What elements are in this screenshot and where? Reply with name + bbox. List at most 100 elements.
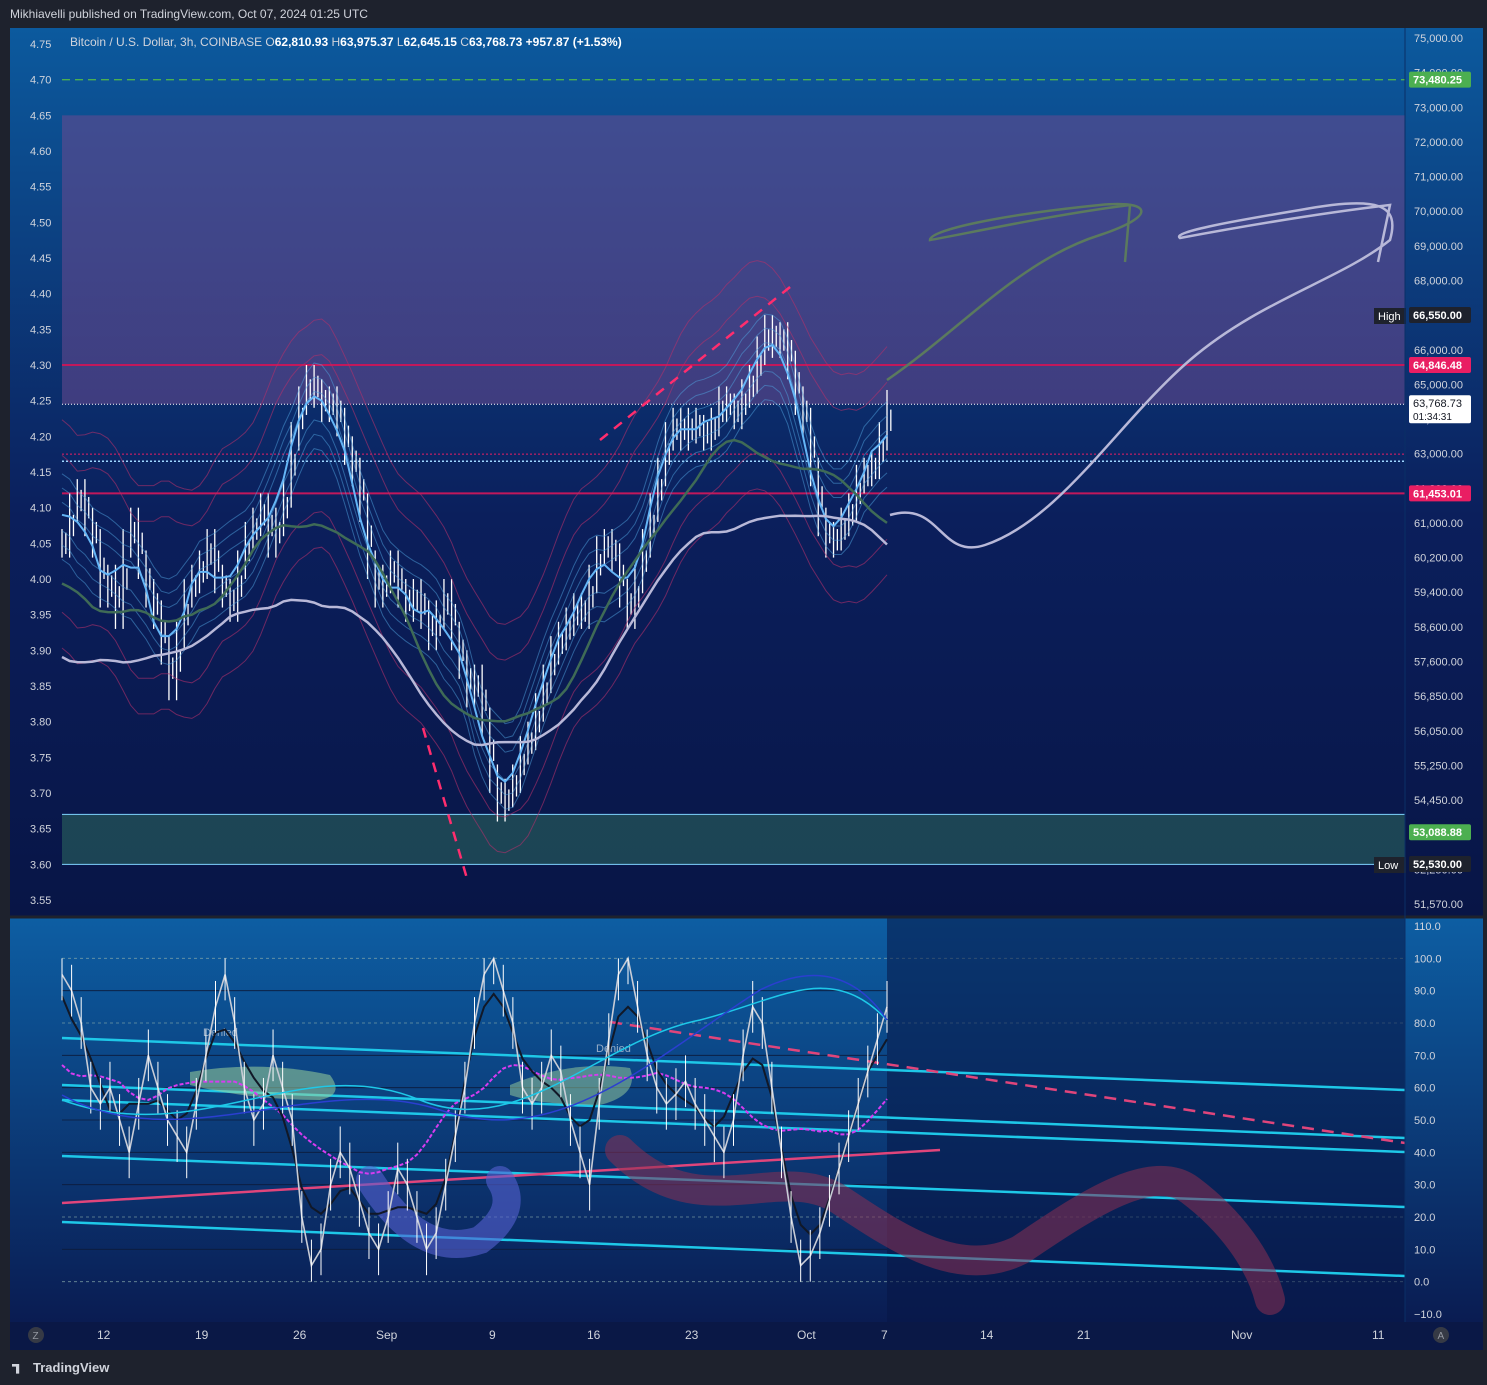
time-axis-tick: 14 (980, 1328, 994, 1342)
left-axis-tick: 3.55 (30, 895, 51, 907)
time-axis-tick: 16 (587, 1328, 601, 1342)
left-axis-tick: 4.45 (30, 253, 51, 265)
right-axis-tick: 56,050.00 (1414, 726, 1463, 738)
time-axis-tick: 9 (489, 1328, 496, 1342)
osc-axis-tick: 10.0 (1414, 1244, 1435, 1256)
right-axis-tick: 61,000.00 (1414, 518, 1463, 530)
right-axis-tick: 69,000.00 (1414, 241, 1463, 253)
osc-axis-tick: 0.0 (1414, 1277, 1429, 1289)
right-axis-tick: 56,850.00 (1414, 691, 1463, 703)
right-axis-tick: 71,000.00 (1414, 172, 1463, 184)
time-axis-tick: Oct (797, 1328, 816, 1342)
osc-axis-tick: 30.0 (1414, 1180, 1435, 1192)
left-axis-tick: 4.35 (30, 324, 51, 336)
low-tag: Low (1378, 860, 1398, 872)
right-axis-tick: 66,000.00 (1414, 345, 1463, 357)
left-axis-tick: 4.40 (30, 289, 51, 301)
left-axis-tick: 4.20 (30, 431, 51, 443)
legend-c-value: 63,768.73 (469, 35, 526, 49)
right-axis-tick: 73,000.00 (1414, 102, 1463, 114)
legend-o-value: 62,810.93 (275, 35, 332, 49)
legend: Bitcoin / U.S. Dollar, 3h, COINBASE O62,… (70, 35, 622, 49)
osc-axis-tick: 20.0 (1414, 1212, 1435, 1224)
left-axis-tick: 4.10 (30, 503, 51, 515)
time-axis-tick: 7 (881, 1328, 888, 1342)
left-axis-tick: 4.55 (30, 182, 51, 194)
legend-h-label: H (331, 35, 340, 49)
right-axis-tick: 70,000.00 (1414, 206, 1463, 218)
time-axis-tick: 19 (195, 1328, 209, 1342)
time-axis-tick: 26 (293, 1328, 307, 1342)
right-axis-tick: 55,250.00 (1414, 760, 1463, 772)
left-axis-tick: 3.75 (30, 752, 51, 764)
left-axis-tick: 4.00 (30, 574, 51, 586)
footer-brand: TradingView (33, 1360, 110, 1375)
left-axis-tick: 3.95 (30, 610, 51, 622)
right-axis-tick: 58,600.00 (1414, 622, 1463, 634)
osc-axis-tick: 60.0 (1414, 1083, 1435, 1095)
left-axis-tick: 3.90 (30, 645, 51, 657)
footer-bar (0, 1352, 1487, 1385)
time-axis-tick: Nov (1231, 1328, 1252, 1342)
chart-canvas[interactable]: 4.75 4.70 4.65 4.60 4.55 4.50 4.45 4.40 4.35 4.30… (0, 0, 1487, 1352)
right-axis-tick: 60,200.00 (1414, 553, 1463, 565)
right-axis-tick: 57,600.00 (1414, 657, 1463, 669)
denied-label: Denied (596, 1043, 631, 1055)
left-axis-tick: 4.60 (30, 146, 51, 158)
countdown-label: 01:34:31 (1413, 412, 1452, 423)
osc-axis-tick: 40.0 (1414, 1147, 1435, 1159)
current-price-badge: 63,768.73 (1413, 398, 1462, 410)
left-axis-tick: 4.05 (30, 538, 51, 550)
legend-l-value: 62,645.15 (404, 35, 461, 49)
right-axis-tick: 59,400.00 (1414, 587, 1463, 599)
auto-scale-button-label: A (1438, 1331, 1445, 1342)
osc-axis-tick: 100.0 (1414, 953, 1442, 965)
osc-axis-tick: −10.0 (1414, 1309, 1442, 1321)
time-axis-tick: 11 (1372, 1328, 1385, 1342)
tradingview-logo: TradingView (12, 1360, 109, 1375)
osc-axis-tick: 110.0 (1414, 921, 1441, 933)
legend-c-label: C (460, 35, 469, 49)
price-badge: 64,846.48 (1413, 360, 1462, 372)
right-axis-tick: 51,570.00 (1414, 899, 1463, 911)
time-axis-tick: 23 (685, 1328, 699, 1342)
price-badge: 73,480.25 (1413, 75, 1462, 87)
low-value-badge: 52,530.00 (1413, 859, 1462, 871)
right-axis-tick: 54,450.00 (1414, 795, 1463, 807)
left-axis-tick: 4.65 (30, 110, 51, 122)
left-axis-tick: 4.70 (30, 75, 51, 87)
legend-o-label: O (265, 35, 274, 49)
support-zone (62, 814, 1405, 865)
denied-label: Denied (203, 1027, 238, 1039)
osc-axis-tick: 50.0 (1414, 1115, 1435, 1127)
left-axis-tick: 3.80 (30, 717, 51, 729)
left-axis-tick: 4.50 (30, 217, 51, 229)
left-axis-tick: 4.15 (30, 467, 51, 479)
high-tag: High (1378, 311, 1401, 323)
left-axis-tick: 3.85 (30, 681, 51, 693)
zoom-button-label: Z (33, 1331, 39, 1342)
left-axis-tick: 4.25 (30, 396, 51, 408)
high-value-badge: 66,550.00 (1413, 310, 1462, 322)
osc-axis-tick: 90.0 (1414, 986, 1435, 998)
tv-logo-icon (12, 1363, 20, 1374)
price-badge: 61,453.01 (1413, 488, 1462, 500)
time-axis-tick: 12 (97, 1328, 111, 1342)
price-badge: 53,088.88 (1413, 827, 1462, 839)
legend-change: +957.87 (+1.53%) (526, 35, 622, 49)
osc-axis-tick: 70.0 (1414, 1050, 1435, 1062)
legend-symbol: Bitcoin / U.S. Dollar, 3h, COINBASE (70, 35, 265, 49)
right-axis-tick: 68,000.00 (1414, 275, 1463, 287)
osc-axis-tick: 80.0 (1414, 1018, 1435, 1030)
left-axis-tick: 4.75 (30, 39, 51, 51)
left-axis-tick: 3.65 (30, 824, 51, 836)
left-axis-tick: 3.60 (30, 859, 51, 871)
right-axis-tick: 63,000.00 (1414, 449, 1463, 461)
time-axis-tick: 21 (1077, 1328, 1091, 1342)
right-axis-tick: 75,000.00 (1414, 33, 1463, 45)
upper-zone (62, 115, 1405, 405)
right-axis-tick: 65,000.00 (1414, 379, 1463, 391)
left-axis-tick: 3.70 (30, 788, 51, 800)
left-axis-tick: 4.30 (30, 360, 51, 372)
right-axis-tick: 72,000.00 (1414, 137, 1463, 149)
